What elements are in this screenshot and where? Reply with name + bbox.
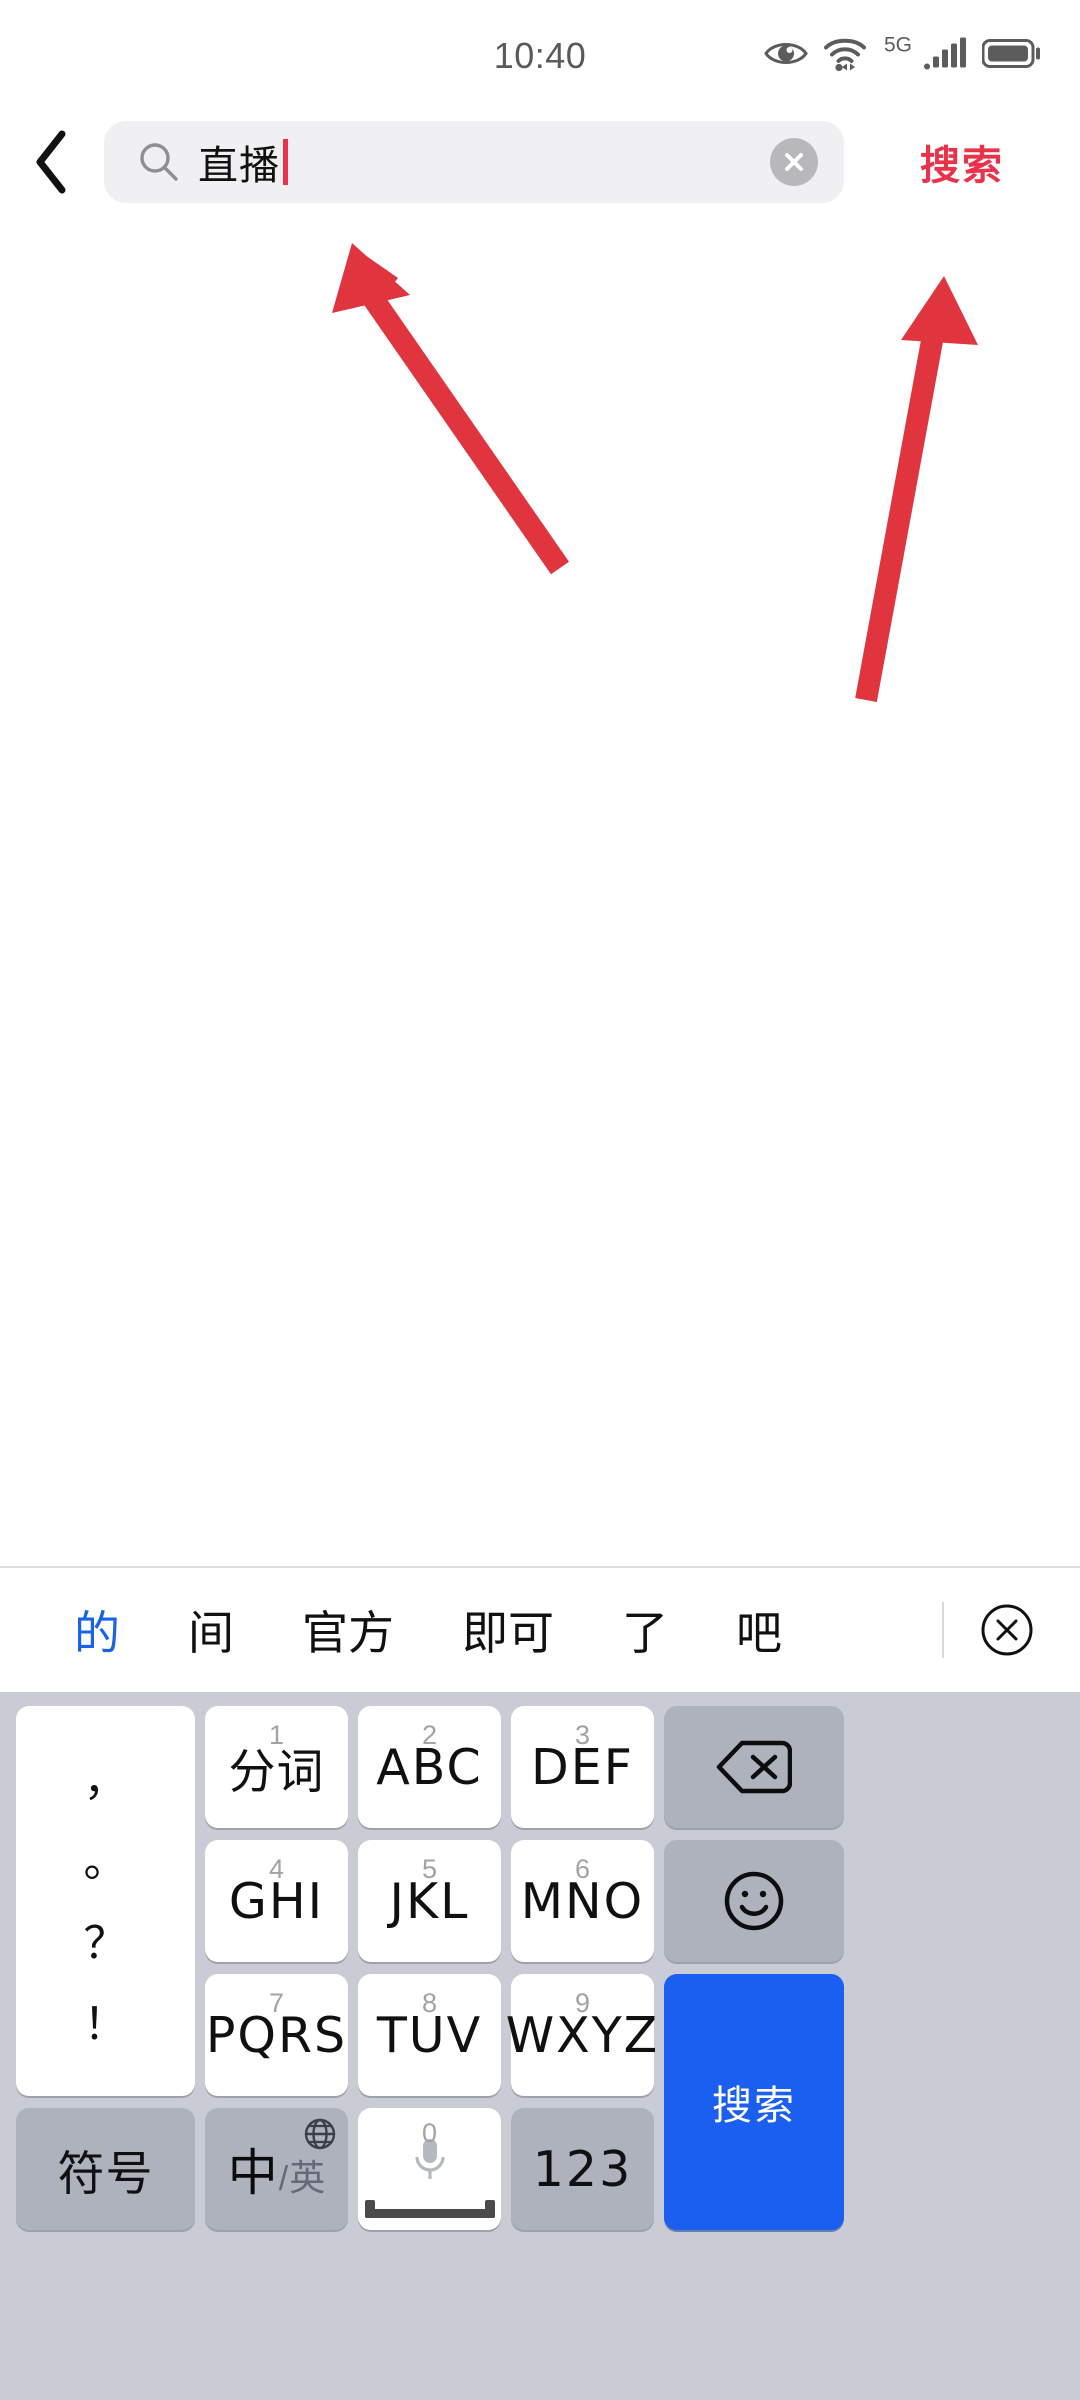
close-candidates-button[interactable] (980, 1603, 1034, 1657)
status-bar: 10:40 5G (0, 0, 1080, 112)
candidate-item[interactable]: 即可 (428, 1597, 588, 1663)
key-numeric[interactable]: 123 (511, 2108, 654, 2230)
candidate-item[interactable]: 的 (40, 1597, 154, 1663)
key-3-def[interactable]: 3 DEF (511, 1706, 654, 1828)
key-number: 3 (574, 1720, 591, 1750)
lang-english: 英 (289, 2158, 326, 2199)
keyboard-grid: ， 。 ？ ！ 1 分词 2 ABC 3 DEF 4 GHI 5 JKL 6 M… (8, 1700, 1072, 2390)
key-8-tuv[interactable]: 8 TUV (358, 1974, 501, 2096)
eye-care-icon (764, 39, 808, 74)
ime-keyboard: ， 。 ？ ！ 1 分词 2 ABC 3 DEF 4 GHI 5 JKL 6 M… (0, 1692, 1080, 2400)
candidate-item[interactable]: 吧 (702, 1597, 816, 1663)
punct-period: 。 (83, 1836, 128, 1888)
key-number: 8 (421, 1988, 438, 2018)
search-input[interactable]: 直播 (104, 121, 844, 203)
arrow-to-search-button (855, 276, 978, 702)
lang-chinese: 中 (227, 2144, 278, 2202)
key-number: 1 (268, 1720, 285, 1750)
punct-exclaim: ！ (83, 1999, 128, 2051)
candidate-list: 的 间 官方 即可 了 吧 (0, 1597, 942, 1663)
key-emoji[interactable] (664, 1840, 844, 1962)
space-bar-indicator (364, 2199, 495, 2218)
wifi-icon (822, 36, 868, 77)
key-enter-search[interactable]: 搜索 (664, 1974, 844, 2230)
key-number: 7 (268, 1988, 285, 2018)
candidate-divider (942, 1602, 944, 1658)
key-1-fenci[interactable]: 1 分词 (205, 1706, 348, 1828)
key-number: 5 (421, 1854, 438, 1884)
key-symbols[interactable]: 符号 (16, 2108, 195, 2230)
key-label: 符号 (57, 2146, 154, 2202)
close-circle-icon (981, 1604, 1033, 1656)
key-punctuation[interactable]: ， 。 ？ ！ (16, 1706, 195, 2096)
search-submit-button[interactable]: 搜索 (844, 133, 1080, 191)
lang-separator: / (278, 2160, 289, 2198)
status-time: 10:40 (493, 35, 587, 76)
key-number: 9 (574, 1988, 591, 2018)
key-label: 123 (532, 2140, 633, 2198)
chevron-left-icon (36, 130, 66, 194)
search-header: 直播 搜索 (0, 112, 1080, 212)
key-2-abc[interactable]: 2 ABC (358, 1706, 501, 1828)
key-9-wxyz[interactable]: 9 WXYZ (506, 1974, 657, 2096)
key-number: 6 (574, 1854, 591, 1884)
key-number: 2 (421, 1720, 438, 1750)
emoji-smiley-icon (724, 1871, 784, 1931)
punct-question: ？ (83, 1917, 128, 1969)
backspace-icon (716, 1740, 792, 1794)
search-query-wrap: 直播 (198, 133, 770, 191)
key-label: 搜索 (712, 2083, 796, 2129)
candidate-item[interactable]: 官方 (268, 1597, 428, 1663)
clear-circle-icon (785, 153, 803, 171)
candidate-item[interactable]: 了 (588, 1597, 702, 1663)
signal-bars-icon (924, 37, 968, 75)
punct-comma: ， (83, 1754, 128, 1806)
status-bar-icons: 5G (764, 33, 1040, 77)
search-query-text: 直播 (198, 143, 280, 189)
key-7-pqrs[interactable]: 7 PQRS (205, 1974, 348, 2096)
clear-search-button[interactable] (770, 138, 818, 186)
phone-screen: 10:40 5G 直播 搜索 的 间 官方 即可 了 吧 ， 。 ？ ！ 1 分… (0, 0, 1080, 2400)
key-space[interactable]: 0 (358, 2108, 501, 2230)
magnifier-icon (140, 143, 178, 181)
globe-icon (304, 2118, 336, 2155)
key-number: 4 (268, 1854, 285, 1884)
text-caret (283, 139, 288, 185)
ime-candidate-bar: 的 间 官方 即可 了 吧 (0, 1566, 1080, 1692)
key-5-jkl[interactable]: 5 JKL (358, 1840, 501, 1962)
key-language-toggle[interactable]: 中 / 英 (205, 2108, 348, 2230)
network-type-label: 5G (883, 33, 912, 56)
key-backspace[interactable] (664, 1706, 844, 1828)
candidate-item[interactable]: 间 (154, 1597, 268, 1663)
arrow-to-search-input (332, 243, 570, 575)
key-4-ghi[interactable]: 4 GHI (205, 1840, 348, 1962)
back-button[interactable] (0, 112, 104, 212)
key-6-mno[interactable]: 6 MNO (511, 1840, 654, 1962)
key-number: 0 (421, 2118, 438, 2148)
battery-icon (981, 39, 1040, 74)
